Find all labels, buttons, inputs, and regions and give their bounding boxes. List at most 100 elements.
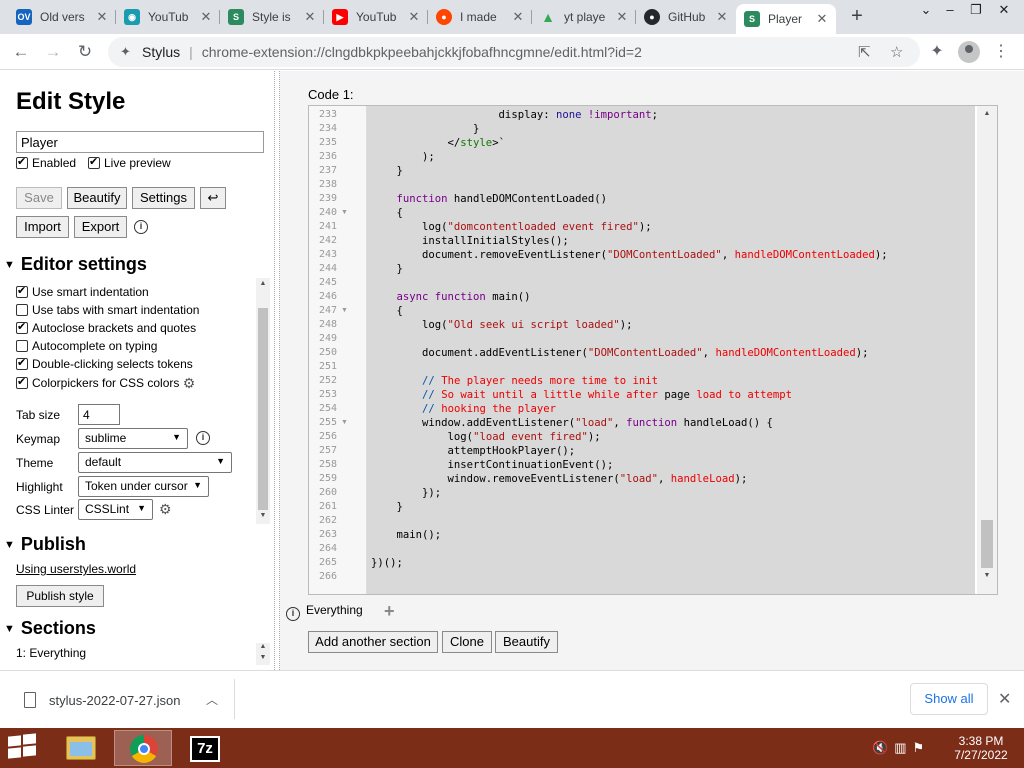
tab-youtube-1[interactable]: ◉ YouTub ✕ xyxy=(116,4,220,30)
fold-marker-icon[interactable]: ▼ xyxy=(341,206,348,220)
editor-scrollbar[interactable]: ▲ ▼ xyxy=(977,106,997,594)
close-icon[interactable]: ✕ xyxy=(510,9,526,25)
save-button[interactable]: Save xyxy=(16,187,62,209)
scroll-up-icon[interactable]: ▲ xyxy=(256,643,270,650)
reload-icon[interactable]: ↻ xyxy=(74,41,96,63)
7zip-icon[interactable]: 7z xyxy=(178,730,236,766)
theme-select[interactable]: default ▼ xyxy=(78,452,232,473)
scroll-down-icon[interactable]: ▼ xyxy=(256,654,270,661)
option-tabs-smart-indentation[interactable]: Use tabs with smart indentation xyxy=(16,303,199,317)
option-autocomplete[interactable]: Autocomplete on typing xyxy=(16,339,157,353)
window-close-button[interactable]: ✕ xyxy=(990,2,1018,20)
publish-style-button[interactable]: Publish style xyxy=(16,585,104,607)
clock[interactable]: 3:38 PM 7/27/2022 xyxy=(948,734,1014,762)
settings-button[interactable]: Settings xyxy=(132,187,195,209)
close-icon[interactable]: ✕ xyxy=(998,689,1011,709)
close-icon[interactable]: ✕ xyxy=(302,9,318,25)
more-menu-icon[interactable]: ⋮ xyxy=(990,41,1012,63)
option-double-click-tokens[interactable]: Double-clicking selects tokens xyxy=(16,356,193,371)
restore-button[interactable]: ❐ xyxy=(962,2,990,20)
beautify-section-button[interactable]: Beautify xyxy=(495,631,558,653)
scroll-up-icon[interactable]: ▲ xyxy=(256,280,270,287)
tab-yt-player[interactable]: ▲ yt playe ✕ xyxy=(532,4,636,30)
show-all-button[interactable]: Show all xyxy=(910,683,988,715)
style-name-input[interactable] xyxy=(16,131,264,153)
live-preview-checkbox[interactable] xyxy=(88,155,100,169)
close-icon[interactable]: ✕ xyxy=(198,9,214,25)
export-button[interactable]: Export xyxy=(74,216,127,238)
editor-settings-heading[interactable]: ▼ Editor settings xyxy=(4,254,147,275)
scroll-thumb[interactable] xyxy=(258,308,268,510)
sections-heading[interactable]: ▼ Sections xyxy=(4,618,96,639)
checkbox[interactable] xyxy=(16,375,28,389)
tab-old-version[interactable]: OV Old vers ✕ xyxy=(8,4,116,30)
tab-reddit[interactable]: ● I made ✕ xyxy=(428,4,532,30)
fold-marker-icon[interactable]: ▼ xyxy=(341,304,348,318)
address-bar[interactable]: ✦ Stylus | chrome-extension://clngdbkpkp… xyxy=(108,37,920,67)
userstyles-world-link[interactable]: Using userstyles.world xyxy=(16,562,136,576)
forward-arrow-icon[interactable]: → xyxy=(42,41,64,63)
live-preview-toggle[interactable]: Live preview xyxy=(88,155,171,170)
minimize-button[interactable]: – xyxy=(936,2,964,20)
info-icon[interactable]: i xyxy=(196,431,210,445)
option-colorpickers[interactable]: Colorpickers for CSS colors ⚙ xyxy=(16,375,195,392)
checkbox[interactable] xyxy=(16,340,28,352)
info-icon[interactable]: i xyxy=(286,607,300,621)
checkbox[interactable] xyxy=(16,320,28,334)
gear-icon[interactable]: ⚙ xyxy=(183,375,196,391)
chevron-up-icon[interactable]: ︿ xyxy=(206,691,218,708)
import-button[interactable]: Import xyxy=(16,216,69,238)
enabled-checkbox[interactable] xyxy=(16,155,28,169)
tab-github[interactable]: ● GitHub ✕ xyxy=(636,4,736,30)
publish-heading[interactable]: ▼ Publish xyxy=(4,534,86,555)
network-icon[interactable]: ▥ xyxy=(894,740,912,755)
sections-scrollbar[interactable]: ▲ ▼ xyxy=(256,643,270,665)
checkbox[interactable] xyxy=(16,304,28,316)
scroll-down-icon[interactable]: ▼ xyxy=(980,572,994,579)
new-tab-button[interactable]: + xyxy=(848,6,866,26)
add-another-section-button[interactable]: Add another section xyxy=(308,631,438,653)
checkbox[interactable] xyxy=(16,356,28,370)
close-icon[interactable]: ✕ xyxy=(814,11,830,27)
tab-youtube-2[interactable]: ▶ YouTub ✕ xyxy=(324,4,428,30)
info-icon[interactable]: i xyxy=(134,220,148,234)
close-icon[interactable]: ✕ xyxy=(94,9,110,25)
highlight-select[interactable]: Token under cursor ▼ xyxy=(78,476,209,497)
tab-player-active[interactable]: S Player ✕ xyxy=(736,4,836,34)
close-icon[interactable]: ✕ xyxy=(714,9,730,25)
fold-marker-icon[interactable]: ▼ xyxy=(341,416,348,430)
tab-size-input[interactable] xyxy=(78,404,120,425)
close-icon[interactable]: ✕ xyxy=(406,9,422,25)
volume-muted-icon[interactable]: 🔇 xyxy=(872,740,894,755)
windows-start-icon[interactable] xyxy=(8,733,38,760)
scroll-up-icon[interactable]: ▲ xyxy=(980,110,994,117)
close-icon[interactable]: ✕ xyxy=(614,9,630,25)
option-smart-indentation[interactable]: Use smart indentation xyxy=(16,284,149,299)
add-applies-icon[interactable]: + xyxy=(384,601,395,622)
beautify-button[interactable]: Beautify xyxy=(67,187,127,209)
keymap-select[interactable]: sublime ▼ xyxy=(78,428,188,449)
undo-icon[interactable]: ↩ xyxy=(200,187,226,209)
share-icon[interactable]: ⇱ xyxy=(858,43,871,61)
section-item[interactable]: 1: Everything xyxy=(16,646,86,660)
profile-avatar-icon[interactable] xyxy=(958,41,980,63)
option-autoclose-brackets[interactable]: Autoclose brackets and quotes xyxy=(16,320,196,335)
scroll-down-icon[interactable]: ▼ xyxy=(256,512,270,519)
applies-to-value[interactable]: Everything xyxy=(306,603,363,617)
code-text-area[interactable]: display: none !important; } </style>` );… xyxy=(367,106,975,594)
action-center-icon[interactable]: ⚑ xyxy=(912,740,930,755)
download-filename[interactable]: stylus-2022-07-27.json xyxy=(49,693,181,708)
clone-button[interactable]: Clone xyxy=(442,631,492,653)
tab-style-is[interactable]: S Style is ✕ xyxy=(220,4,324,30)
settings-scrollbar[interactable]: ▲ ▼ xyxy=(256,278,270,524)
bookmark-star-icon[interactable]: ☆ xyxy=(890,43,903,61)
chrome-icon[interactable] xyxy=(114,730,172,766)
code-editor[interactable]: 233 234 235 236 237 238 239 240 241 242 243 244 245 2… xyxy=(308,105,998,595)
back-arrow-icon[interactable]: ← xyxy=(10,41,32,63)
enabled-toggle[interactable]: Enabled xyxy=(16,155,76,170)
extensions-puzzle-icon[interactable]: ✦ xyxy=(926,41,948,63)
gear-icon[interactable]: ⚙ xyxy=(159,501,172,518)
file-explorer-icon[interactable] xyxy=(52,730,110,766)
css-linter-select[interactable]: CSSLint ▼ xyxy=(78,499,153,520)
scroll-thumb[interactable] xyxy=(981,520,993,568)
